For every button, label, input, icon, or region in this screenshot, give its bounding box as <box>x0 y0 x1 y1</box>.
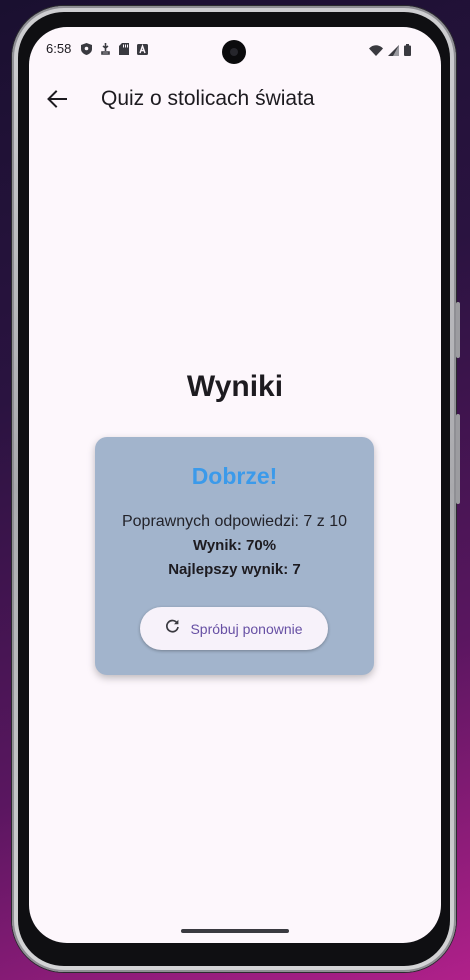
correct-answers-text: Poprawnych odpowiedzi: 7 z 10 <box>121 513 348 530</box>
status-bar: 6:58 <box>29 27 441 73</box>
best-score-text: Najlepszy wynik: 7 <box>168 561 301 578</box>
volume-button <box>456 414 460 504</box>
arrow-back-icon <box>47 89 67 113</box>
retry-button-label: Spróbuj ponownie <box>190 620 303 637</box>
signal-icon <box>388 43 399 61</box>
shield-icon <box>81 42 92 60</box>
system-icons <box>369 43 411 61</box>
gesture-navigation-bar[interactable] <box>181 929 289 933</box>
battery-icon <box>404 43 411 61</box>
back-button[interactable] <box>41 79 73 123</box>
a-badge-icon <box>137 42 148 60</box>
retry-button[interactable]: Spróbuj ponownie <box>140 607 328 650</box>
page-title: Quiz o stolicach świata <box>101 87 315 110</box>
result-rating: Dobrze! <box>191 463 278 489</box>
wifi-icon <box>369 43 383 61</box>
result-card: Dobrze! Poprawnych odpowiedzi: 7 z 10 Wy… <box>95 437 374 675</box>
sd-card-icon <box>119 42 129 60</box>
score-text: Wynik: 70% <box>192 537 277 554</box>
app-screen: 6:58 Quiz o stolicach świata Wyniki Dobr… <box>29 27 441 943</box>
notification-icons <box>81 42 148 60</box>
results-heading: Wyniki <box>186 370 284 403</box>
power-button <box>456 302 460 358</box>
usb-debug-icon <box>100 42 111 60</box>
refresh-icon <box>165 619 180 639</box>
status-time: 6:58 <box>46 41 72 56</box>
front-camera <box>222 40 246 64</box>
app-bar: Quiz o stolicach świata <box>29 75 441 127</box>
